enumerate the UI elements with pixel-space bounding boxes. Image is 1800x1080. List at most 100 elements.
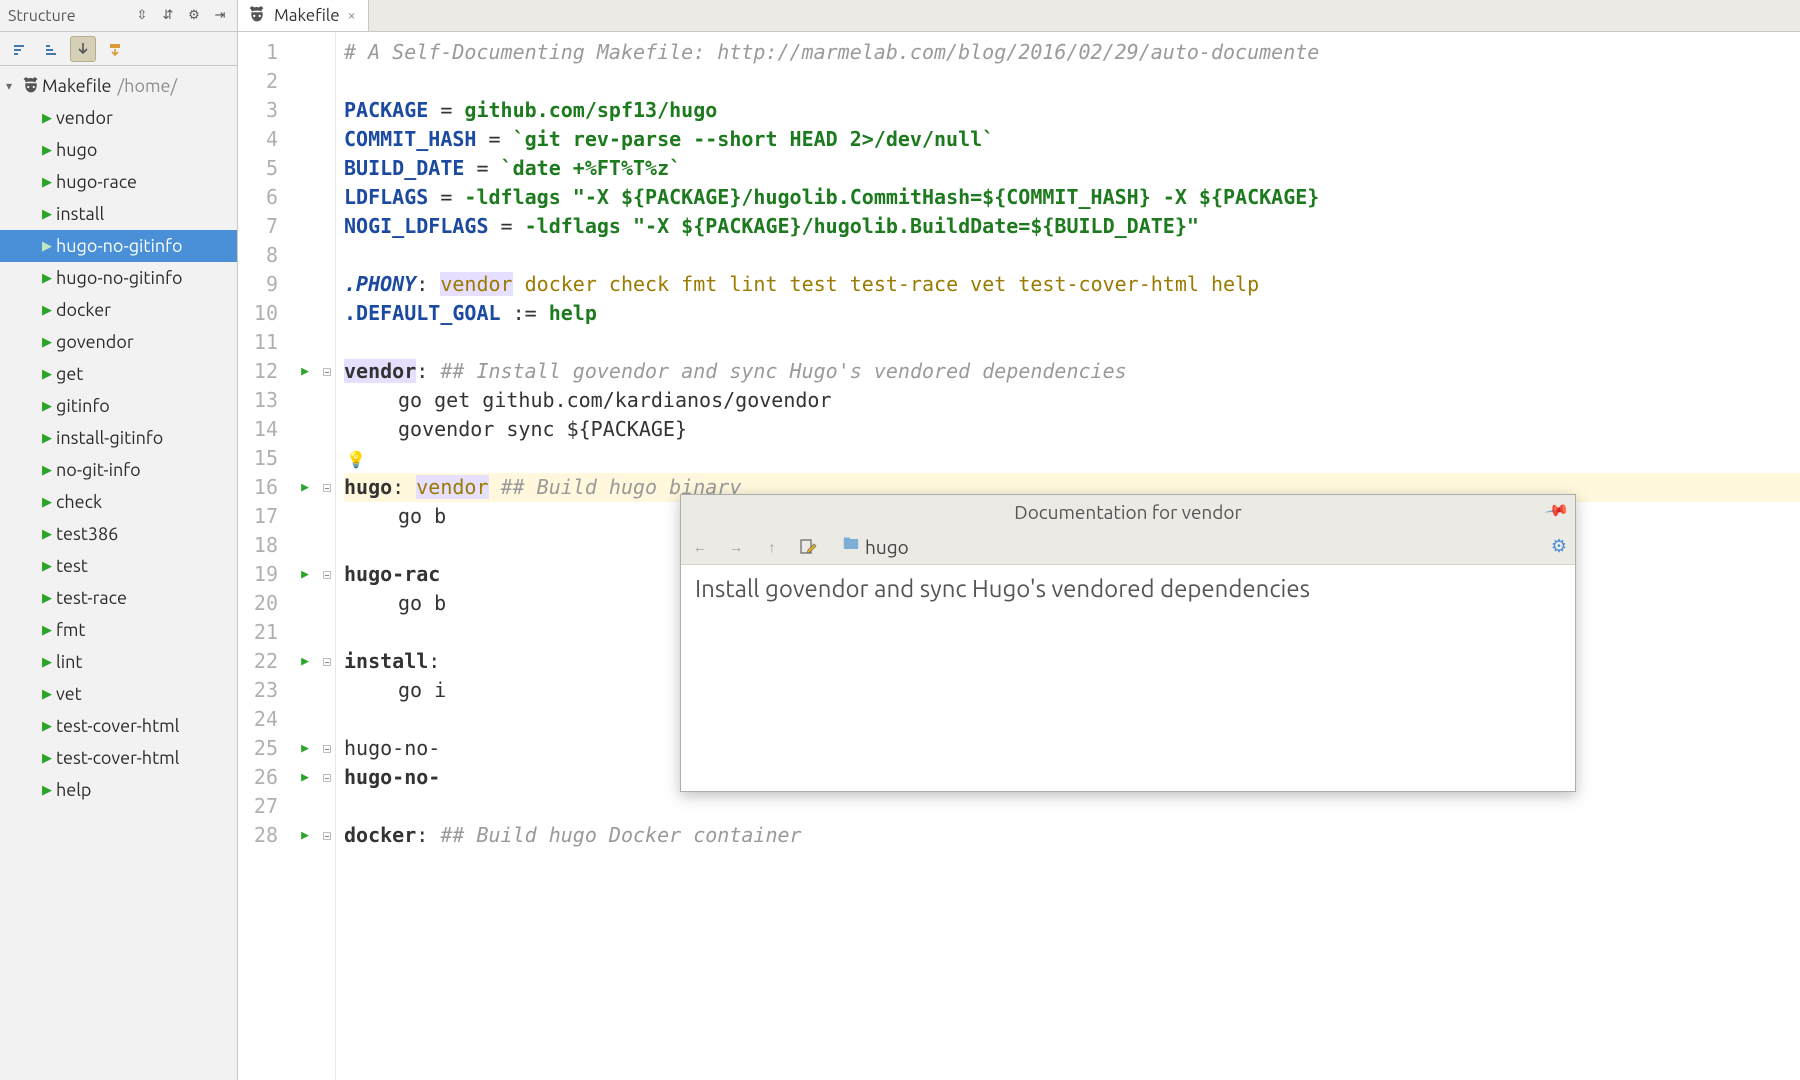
tree-item-get[interactable]: ▶get (0, 358, 237, 390)
tree-root-path: /home/ (118, 76, 178, 96)
play-icon: ▶ (42, 143, 52, 158)
doc-toolbar: ← → ↑ 🖿 hugo ⚙ (681, 529, 1575, 565)
fold-toggle[interactable] (318, 763, 335, 792)
tree-item-label: hugo-no-gitinfo (56, 268, 183, 288)
expand-vert-icon[interactable]: ⇳ (131, 5, 153, 27)
collapse-vert-icon[interactable]: ⇵ (157, 5, 179, 27)
intention-bulb-icon[interactable]: 💡 (344, 450, 366, 469)
doc-breadcrumb[interactable]: 🖿 hugo (843, 533, 909, 560)
tree-item-lint[interactable]: ▶lint (0, 646, 237, 678)
tree-item-vet[interactable]: ▶vet (0, 678, 237, 710)
play-icon: ▶ (42, 335, 52, 350)
forward-icon[interactable]: → (725, 536, 747, 558)
close-icon[interactable]: × (346, 7, 358, 23)
play-icon: ▶ (42, 559, 52, 574)
tree-root[interactable]: ▾Makefile/home/ (0, 70, 237, 102)
autoscroll-to-source-icon[interactable] (70, 36, 96, 62)
fold-toggle[interactable] (318, 647, 335, 676)
tree-item-label: install-gitinfo (56, 428, 163, 448)
fold-toggle[interactable] (318, 821, 335, 850)
play-icon: ▶ (42, 463, 52, 478)
sort-asc-icon[interactable] (6, 36, 32, 62)
run-gutter-icon (292, 386, 318, 415)
tree-item-test-cover-html[interactable]: ▶test-cover-html (0, 742, 237, 774)
run-gutter-icon[interactable]: ▶ (292, 560, 318, 589)
tree-item-label: lint (56, 652, 82, 672)
hide-icon[interactable]: ⇥ (209, 5, 231, 27)
tree-item-test-race[interactable]: ▶test-race (0, 582, 237, 614)
tree-item-label: docker (56, 300, 111, 320)
fold-toggle[interactable] (318, 357, 335, 386)
tree-item-vendor[interactable]: ▶ vendor (0, 102, 237, 134)
run-gutter-icon[interactable]: ▶ (292, 647, 318, 676)
chevron-down-icon[interactable]: ▾ (6, 79, 20, 93)
fold-toggle[interactable] (318, 473, 335, 502)
tree-item-gitinfo[interactable]: ▶gitinfo (0, 390, 237, 422)
tree-item-check[interactable]: ▶check (0, 486, 237, 518)
run-gutter-icon[interactable]: ▶ (292, 357, 318, 386)
run-gutter-icon (292, 299, 318, 328)
up-icon[interactable]: ↑ (761, 536, 783, 558)
doc-popup-title: Documentation for vendor (1014, 501, 1241, 523)
tree-item-install-gitinfo[interactable]: ▶install-gitinfo (0, 422, 237, 454)
tree-item-hugo-no-gitinfo[interactable]: ▶hugo-no-gitinfo (0, 262, 237, 294)
fold-toggle (318, 38, 335, 67)
run-gutter-icon (292, 328, 318, 357)
edit-source-icon[interactable] (797, 536, 819, 558)
run-gutter-icon[interactable]: ▶ (292, 734, 318, 763)
gutter-run-marks[interactable]: ▶▶▶▶▶▶▶ (292, 32, 318, 1080)
gear-icon[interactable]: ⚙ (183, 5, 205, 27)
run-gutter-icon (292, 96, 318, 125)
tree-item-fmt[interactable]: ▶fmt (0, 614, 237, 646)
tree-item-test386[interactable]: ▶test386 (0, 518, 237, 550)
run-gutter-icon[interactable]: ▶ (292, 821, 318, 850)
tree-item-docker[interactable]: ▶docker (0, 294, 237, 326)
fold-toggle[interactable] (318, 560, 335, 589)
doc-popup-title-bar[interactable]: Documentation for vendor 📌 (681, 495, 1575, 529)
fold-toggle[interactable] (318, 734, 335, 763)
run-gutter-icon (292, 502, 318, 531)
gnu-icon (20, 75, 42, 97)
tree-item-label: install (56, 204, 104, 224)
play-icon: ▶ (42, 719, 52, 734)
pin-icon[interactable]: 📌 (1543, 497, 1570, 524)
run-gutter-icon[interactable]: ▶ (292, 473, 318, 502)
tree-item-test[interactable]: ▶test (0, 550, 237, 582)
tree-item-hugo[interactable]: ▶hugo (0, 134, 237, 166)
tree-item-help[interactable]: ▶help (0, 774, 237, 806)
run-gutter-icon[interactable]: ▶ (292, 763, 318, 792)
run-gutter-icon (292, 589, 318, 618)
tree-item-label: test-cover-html (56, 748, 179, 768)
gutter-fold[interactable] (318, 32, 336, 1080)
run-gutter-icon (292, 415, 318, 444)
autoscroll-from-source-icon[interactable] (102, 36, 128, 62)
play-icon: ▶ (42, 783, 52, 798)
gear-icon[interactable]: ⚙ (1551, 536, 1567, 557)
play-icon: ▶ (42, 111, 52, 126)
play-icon: ▶ (42, 591, 52, 606)
editor-tab-makefile[interactable]: Makefile × (238, 0, 369, 31)
tree-item-label: vendor (56, 108, 113, 128)
fold-toggle (318, 618, 335, 647)
tree-item-test-cover-html[interactable]: ▶test-cover-html (0, 710, 237, 742)
tree-item-govendor[interactable]: ▶govendor (0, 326, 237, 358)
tree-item-no-git-info[interactable]: ▶no-git-info (0, 454, 237, 486)
tree-item-hugo-race[interactable]: ▶hugo-race (0, 166, 237, 198)
run-gutter-icon (292, 531, 318, 560)
structure-tree[interactable]: ▾Makefile/home/▶vendor▶hugo▶hugo-race▶in… (0, 66, 237, 1080)
folder-icon: 🖿 (843, 533, 859, 560)
tree-item-install[interactable]: ▶install (0, 198, 237, 230)
structure-header: Structure ⇳ ⇵ ⚙ ⇥ (0, 0, 237, 32)
gnu-icon (246, 4, 268, 26)
sort-desc-icon[interactable] (38, 36, 64, 62)
play-icon: ▶ (42, 527, 52, 542)
fold-toggle (318, 676, 335, 705)
run-gutter-icon (292, 705, 318, 734)
fold-toggle (318, 444, 335, 473)
tree-item-label: hugo-no-gitinfo (56, 236, 183, 256)
back-icon[interactable]: ← (689, 536, 711, 558)
play-icon: ▶ (42, 687, 52, 702)
run-gutter-icon (292, 212, 318, 241)
doc-body: Install govendor and sync Hugo's vendore… (681, 565, 1575, 791)
tree-item-hugo-no-gitinfo[interactable]: ▶hugo-no-gitinfo (0, 230, 237, 262)
